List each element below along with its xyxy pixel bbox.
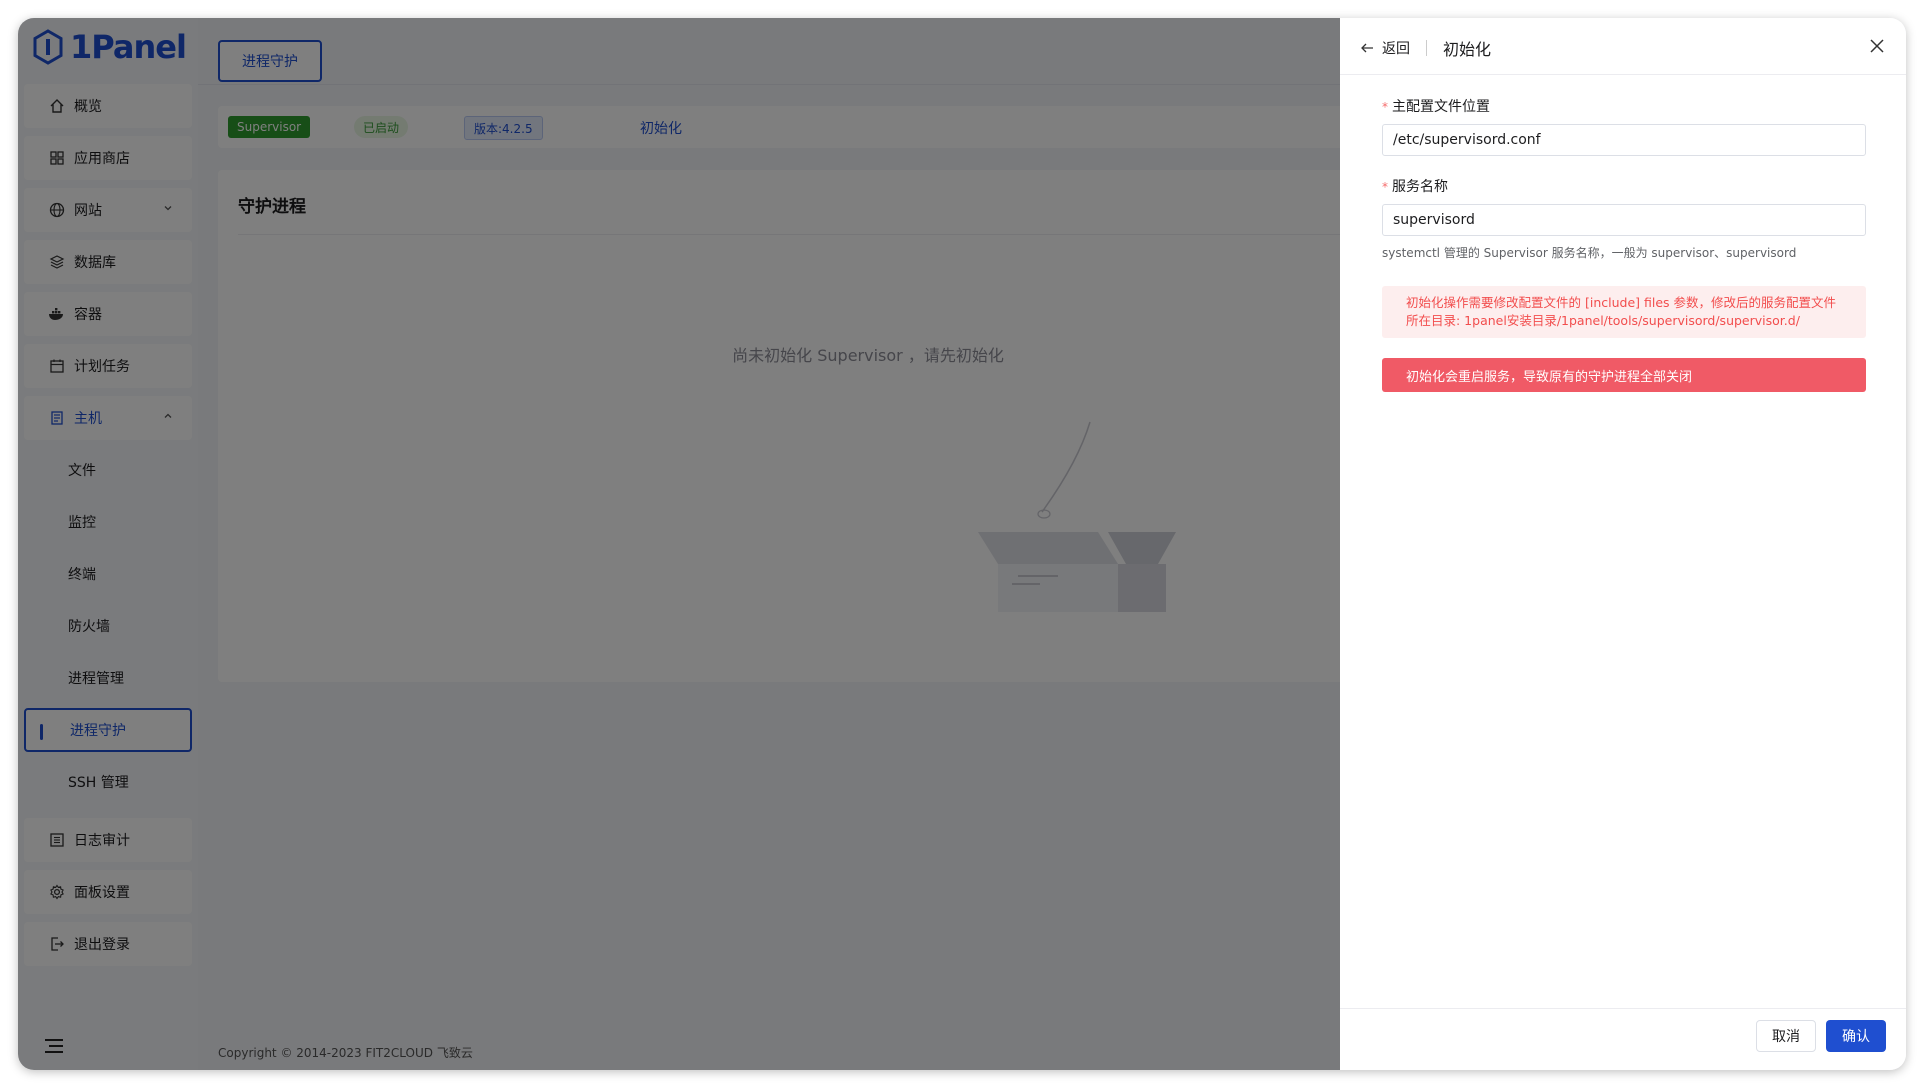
back-button[interactable]: 返回 [1382, 38, 1410, 58]
danger-alert: 初始化会重启服务，导致原有的守护进程全部关闭 [1382, 358, 1866, 392]
warning-alert: 初始化操作需要修改配置文件的 [include] files 参数，修改后的服务… [1382, 286, 1866, 338]
divider [1426, 40, 1427, 56]
config-path-label: * 主配置文件位置 [1382, 96, 1490, 116]
service-name-help: systemctl 管理的 Supervisor 服务名称，一般为 superv… [1382, 246, 1797, 260]
init-drawer: 返回 初始化 * 主配置文件位置 /etc/supervisord.conf * 服… [1340, 18, 1906, 1070]
divider [1340, 1008, 1906, 1009]
app-window: 1Panel 概览 应用商店 网站 [18, 18, 1906, 1070]
service-name-input[interactable]: supervisord [1382, 204, 1866, 236]
cancel-button[interactable]: 取消 [1756, 1020, 1816, 1052]
confirm-button[interactable]: 确认 [1826, 1020, 1886, 1052]
warning-alert-line: 所在目录: 1panel安装目录/1panel/tools/supervisor… [1406, 313, 1800, 328]
close-icon[interactable] [1870, 38, 1884, 57]
modal-overlay[interactable] [18, 18, 1340, 1070]
arrow-left-icon[interactable] [1360, 41, 1374, 55]
warning-alert-line: 初始化操作需要修改配置文件的 [include] files 参数，修改后的服务… [1406, 295, 1837, 310]
drawer-header: 返回 初始化 [1340, 18, 1906, 75]
required-mark: * [1382, 100, 1388, 114]
required-mark: * [1382, 180, 1388, 194]
service-name-label-text: 服务名称 [1392, 179, 1448, 195]
config-path-input[interactable]: /etc/supervisord.conf [1382, 124, 1866, 156]
config-path-label-text: 主配置文件位置 [1392, 99, 1490, 115]
service-name-label: * 服务名称 [1382, 176, 1448, 196]
drawer-title: 初始化 [1443, 40, 1492, 59]
drawer-back: 返回 初始化 [1360, 36, 1491, 60]
